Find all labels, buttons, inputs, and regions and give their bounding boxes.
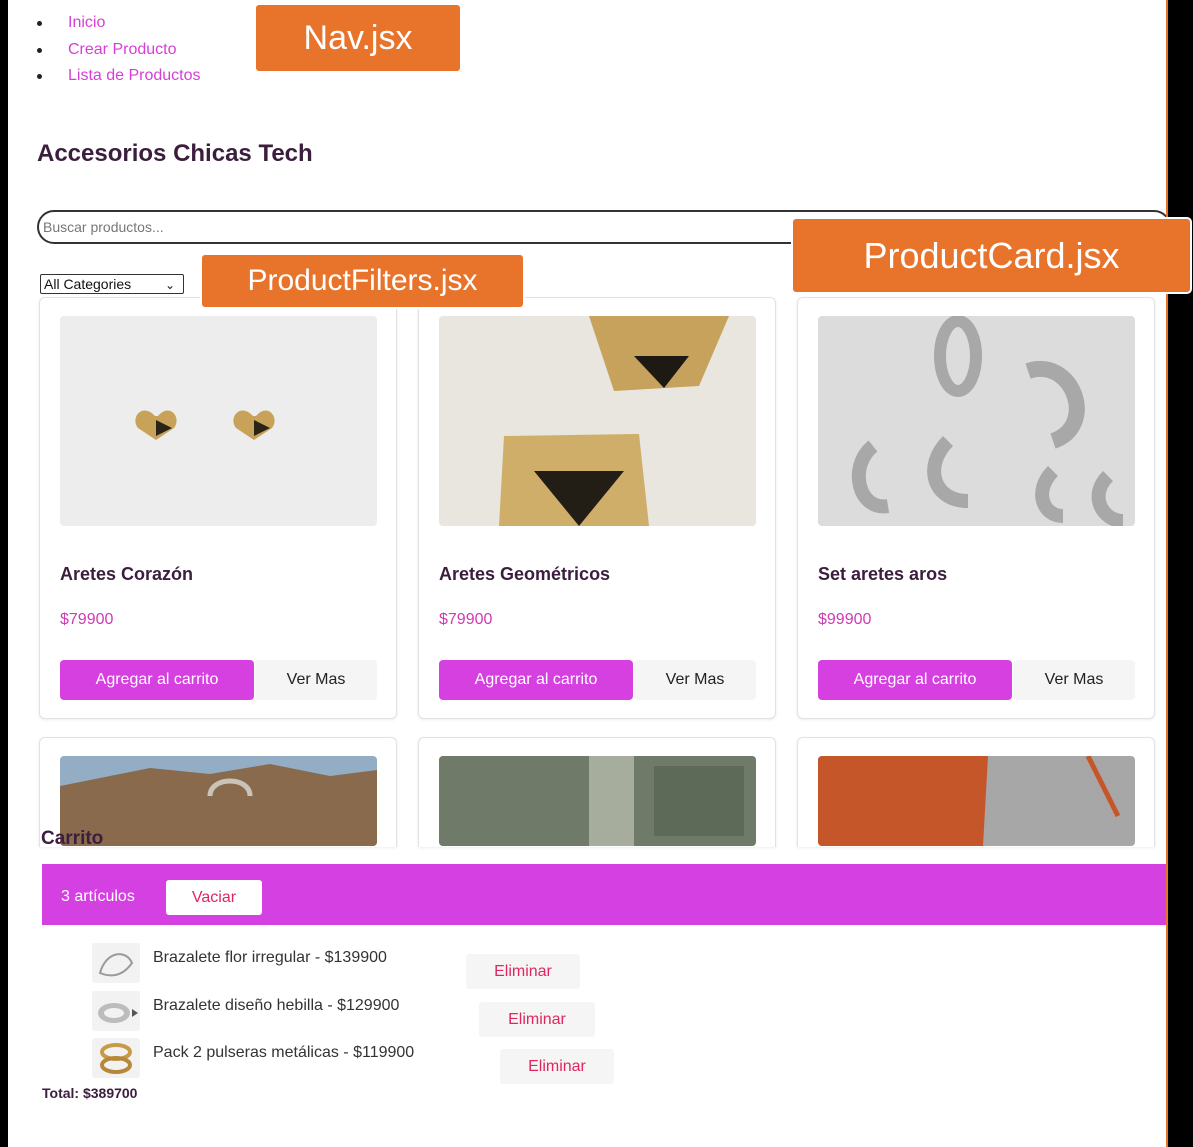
- cart-item-image: [92, 943, 140, 983]
- product-name[interactable]: Aretes Corazón: [60, 564, 193, 585]
- add-to-cart-button[interactable]: Agregar al carrito: [60, 660, 254, 700]
- product-card: Aretes Corazón $79900 Agregar al carrito…: [39, 297, 397, 719]
- cart-item-image: [92, 1038, 140, 1078]
- silver-buckle-bracelet-icon: [92, 991, 140, 1031]
- nav-link-lista-productos[interactable]: Lista de Productos: [68, 67, 201, 84]
- product-image[interactable]: [439, 316, 756, 526]
- product-card: Set aretes aros $99900 Agregar al carrit…: [797, 297, 1155, 719]
- app-page: Inicio Crear Producto Lista de Productos…: [8, 0, 1166, 1147]
- product-price: $79900: [60, 611, 114, 628]
- cart-item-label: Brazalete diseño hebilla - $129900: [153, 997, 400, 1014]
- category-select[interactable]: All Categories ⌄: [40, 274, 184, 294]
- cart-item-image: [92, 991, 140, 1031]
- product-price: $79900: [439, 611, 493, 628]
- view-more-button[interactable]: Ver Mas: [255, 660, 377, 700]
- product-price: $99900: [818, 611, 872, 628]
- view-more-button[interactable]: Ver Mas: [634, 660, 756, 700]
- add-to-cart-button[interactable]: Agregar al carrito: [818, 660, 1012, 700]
- cart-title: Carrito: [41, 828, 104, 849]
- product-name[interactable]: Aretes Geométricos: [439, 564, 610, 585]
- nav-link-crear-producto[interactable]: Crear Producto: [68, 41, 177, 58]
- chevron-down-icon: ⌄: [164, 278, 175, 292]
- brown-bag-icon: [60, 756, 377, 846]
- cart-item-count: 3 artículos: [61, 888, 135, 905]
- nav-component-tag: Nav.jsx: [254, 3, 462, 73]
- product-image[interactable]: [818, 756, 1135, 846]
- product-image[interactable]: [439, 756, 756, 846]
- product-card: Aretes Geométricos $79900 Agregar al car…: [418, 297, 776, 719]
- orange-bag-icon: [818, 756, 1135, 846]
- remove-item-button[interactable]: Eliminar: [479, 1002, 595, 1037]
- silver-flower-bracelet-icon: [92, 943, 140, 983]
- olive-green-bag-icon: [439, 756, 756, 846]
- product-card: [418, 737, 776, 847]
- nav-link-inicio[interactable]: Inicio: [68, 14, 105, 31]
- product-name[interactable]: Set aretes aros: [818, 564, 947, 585]
- cart-item-label: Brazalete flor irregular - $139900: [153, 949, 387, 966]
- view-more-button[interactable]: Ver Mas: [1013, 660, 1135, 700]
- right-background: [1168, 0, 1193, 1147]
- nav-item-inicio[interactable]: Inicio: [37, 10, 201, 37]
- product-image[interactable]: [60, 756, 377, 846]
- product-card: [797, 737, 1155, 847]
- cart-item-label: Pack 2 pulseras metálicas - $119900: [153, 1044, 415, 1061]
- nav-item-crear-producto[interactable]: Crear Producto: [37, 37, 201, 64]
- remove-item-button[interactable]: Eliminar: [500, 1049, 614, 1084]
- cart-total: Total: $389700: [42, 1085, 138, 1101]
- page-title: Accesorios Chicas Tech: [37, 140, 313, 167]
- nav-item-lista-productos[interactable]: Lista de Productos: [37, 63, 201, 90]
- category-select-value: All Categories: [44, 276, 132, 292]
- product-image[interactable]: [60, 316, 377, 526]
- cart-summary-bar: 3 artículos Vaciar: [42, 864, 1166, 925]
- main-nav: Inicio Crear Producto Lista de Productos: [37, 10, 201, 90]
- add-to-cart-button[interactable]: Agregar al carrito: [439, 660, 633, 700]
- gold-bracelet-pack-icon: [92, 1038, 140, 1078]
- productcard-component-tag: ProductCard.jsx: [791, 217, 1192, 294]
- filters-component-tag: ProductFilters.jsx: [200, 253, 525, 309]
- product-image[interactable]: [818, 316, 1135, 526]
- remove-item-button[interactable]: Eliminar: [466, 954, 580, 989]
- empty-cart-button[interactable]: Vaciar: [166, 880, 262, 915]
